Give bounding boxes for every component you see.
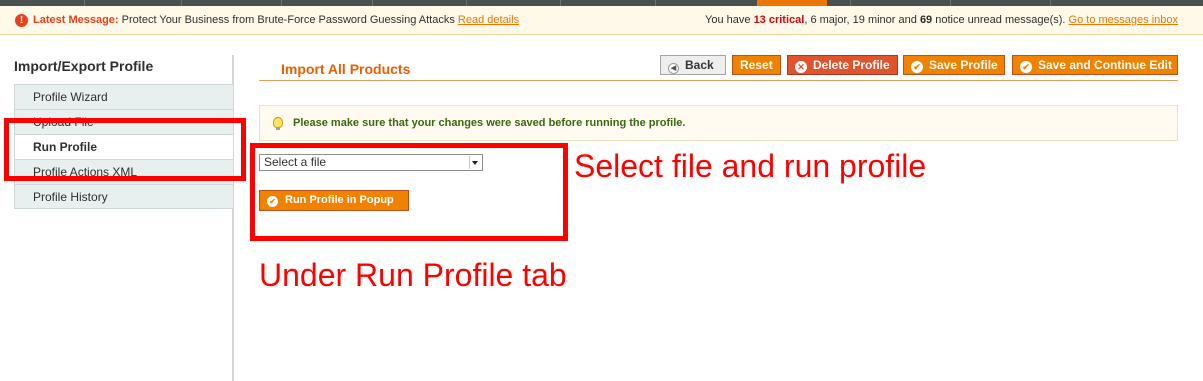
notice-text: Please make sure that your changes were …	[293, 117, 686, 129]
alert-icon: !	[15, 14, 28, 27]
notice-count: 69	[919, 14, 933, 26]
tab-profile-history[interactable]: Profile History	[14, 184, 234, 209]
delete-profile-button[interactable]: ✕ Delete Profile	[787, 55, 898, 75]
highlight-box-tab	[4, 118, 246, 181]
delete-button-label: Delete Profile	[813, 58, 890, 72]
save-continue-button[interactable]: ✔ Save and Continue Edit	[1012, 55, 1178, 75]
summary-suffix: notice unread message(s).	[935, 14, 1066, 26]
back-button-label: Back	[685, 58, 714, 72]
save-button-label: Save Profile	[929, 58, 998, 72]
save-profile-button[interactable]: ✔ Save Profile	[903, 55, 1005, 75]
check-icon: ✔	[1020, 61, 1032, 73]
page-title: Import All Products	[281, 61, 411, 77]
major-count: 6 major	[810, 14, 847, 26]
save-continue-button-label: Save and Continue Edit	[1038, 58, 1173, 72]
tab-profile-wizard[interactable]: Profile Wizard	[14, 84, 234, 109]
header-divider	[259, 80, 1178, 81]
delete-icon: ✕	[795, 61, 807, 73]
sidebar: Import/Export Profile Profile Wizard Upl…	[0, 55, 234, 381]
back-button[interactable]: ◀ Back	[660, 55, 726, 75]
annotation-run-profile-tab: Under Run Profile tab	[259, 257, 567, 293]
notice-box: Please make sure that your changes were …	[259, 105, 1178, 141]
read-details-link[interactable]: Read details	[458, 14, 519, 26]
highlight-box-form	[250, 143, 568, 241]
message-summary: You have 13 critical, 6 major, 19 minor …	[705, 14, 1178, 26]
summary-prefix: You have	[705, 14, 751, 26]
latest-message-text: Protect Your Business from Brute-Force P…	[121, 14, 455, 26]
latest-message: Latest Message: Protect Your Business fr…	[33, 6, 519, 35]
back-arrow-icon: ◀	[668, 63, 679, 74]
system-message-bar: ! Latest Message: Protect Your Business …	[0, 6, 1203, 35]
messages-inbox-link[interactable]: Go to messages inbox	[1069, 14, 1178, 26]
critical-count: 13 critical	[753, 14, 805, 26]
sidebar-title: Import/Export Profile	[14, 58, 154, 74]
latest-message-label: Latest Message:	[33, 14, 119, 26]
minor-count: 19 minor	[852, 14, 896, 26]
annotation-select-file: Select file and run profile	[574, 148, 927, 184]
lightbulb-icon	[273, 117, 283, 130]
reset-button-label: Reset	[740, 58, 773, 72]
reset-button[interactable]: Reset	[732, 55, 781, 75]
check-icon: ✔	[911, 61, 923, 73]
